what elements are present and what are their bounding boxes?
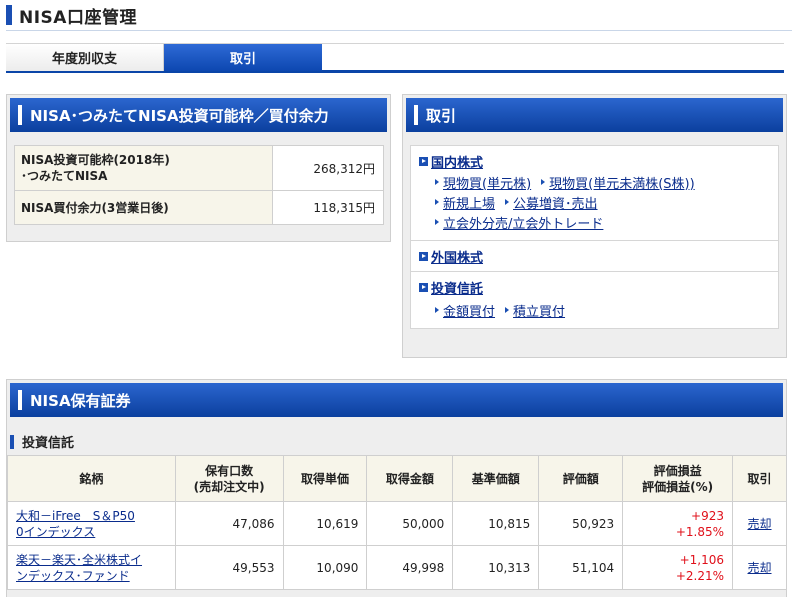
- quota-panel-title: NISA･つみたてNISA投資可能枠／買付余力: [30, 106, 329, 125]
- arrow-box-icon: [419, 156, 428, 166]
- pl-amount: +1,106: [679, 552, 725, 567]
- quota-label-line: NISA買付余力(3営業日後): [21, 200, 169, 215]
- fund-name-link[interactable]: 大和－iFree S＆P50 0インデックス: [16, 509, 135, 539]
- header-accent-bar: [18, 105, 22, 125]
- arrow-box-icon: [419, 251, 428, 261]
- tab-annual-summary[interactable]: 年度別収支: [6, 44, 164, 71]
- triangle-right-icon: [435, 199, 439, 205]
- foreign-stocks-section: 外国株式: [411, 241, 778, 271]
- funds-link[interactable]: 投資信託: [431, 278, 483, 297]
- table-row: NISA買付余力(3営業日後) 118,315円: [14, 190, 384, 225]
- page-title-text: NISA口座管理: [19, 7, 137, 28]
- quota-label-line: ･つみたてNISA: [21, 169, 108, 183]
- quota-label-investable: NISA投資可能枠(2018年) ･つみたてNISA: [14, 145, 273, 191]
- link-public-offering[interactable]: 公募増資･売出: [513, 193, 598, 212]
- cost-cell: 49,998: [366, 545, 454, 590]
- col-header-pl: 評価損益 評価損益(%): [622, 455, 734, 502]
- pl-cell: +923 +1.85%: [622, 501, 734, 546]
- col-header-line: (売却注文中): [193, 479, 265, 494]
- funds-links: 金額買付 積立買付: [411, 298, 778, 328]
- header-accent-bar: [18, 390, 22, 410]
- fund-name-link[interactable]: 楽天－楽天･全米株式イ ンデックス･ファンド: [16, 553, 142, 583]
- table-header-row: 銘柄 保有口数 (売却注文中) 取得単価 取得金額 基準価額 評価額 評価損益 …: [7, 455, 787, 502]
- tab-trade[interactable]: 取引: [164, 44, 322, 71]
- quota-value-investable: 268,312円: [272, 145, 384, 191]
- table-row: 大和－iFree S＆P50 0インデックス 47,086 10,619 50,0…: [7, 501, 787, 546]
- triangle-right-icon: [541, 179, 546, 185]
- pl-cell: +1,106 +2.21%: [622, 545, 734, 590]
- triangle-right-icon: [435, 219, 439, 225]
- col-header-name: 銘柄: [7, 455, 176, 502]
- title-divider: [6, 30, 792, 31]
- col-header-nav: 基準価額: [452, 455, 540, 502]
- trade-panel-header: 取引: [406, 98, 783, 132]
- fund-name-cell: 楽天－楽天･全米株式イ ンデックス･ファンド: [7, 545, 176, 590]
- sell-link[interactable]: 売却: [748, 517, 772, 531]
- triangle-right-icon: [435, 307, 439, 313]
- funds-subheading-text: 投資信託: [22, 436, 75, 451]
- nav-cell: 10,815: [452, 501, 540, 546]
- quota-label-buying-power: NISA買付余力(3営業日後): [14, 190, 273, 225]
- link-ipo[interactable]: 新規上場: [443, 193, 495, 212]
- col-header-line: 評価損益: [653, 463, 702, 478]
- table-row: NISA投資可能枠(2018年) ･つみたてNISA 268,312円: [14, 145, 384, 191]
- funds-subheading: 投資信託: [10, 432, 74, 451]
- unit-cost-cell: 10,619: [282, 501, 368, 546]
- link-spot-buy-odd-lot[interactable]: 現物買(単元未満株(S株)): [549, 173, 695, 192]
- holdings-panel-header: NISA保有証券: [10, 383, 783, 417]
- col-header-unit-cost: 取得単価: [282, 455, 368, 502]
- col-header-value: 評価額: [538, 455, 624, 502]
- col-header-units: 保有口数 (売却注文中): [174, 455, 284, 502]
- quota-panel: NISA･つみたてNISA投資可能枠／買付余力 NISA投資可能枠(2018年)…: [6, 94, 391, 242]
- value-cell: 51,104: [538, 545, 624, 590]
- pl-amount: +923: [691, 508, 725, 523]
- quota-table: NISA投資可能枠(2018年) ･つみたてNISA 268,312円 NISA…: [14, 145, 384, 225]
- table-row: 楽天－楽天･全米株式イ ンデックス･ファンド 49,553 10,090 49,9…: [7, 545, 787, 590]
- link-recurring-purchase[interactable]: 積立買付: [513, 301, 565, 320]
- title-accent-bar: [6, 5, 12, 25]
- sell-link[interactable]: 売却: [748, 561, 772, 575]
- units-cell: 47,086: [174, 501, 284, 546]
- trade-panel: 取引 国内株式 現物買(単元株) 現物買(単元未満株(S株)) 新規上場 公募増…: [402, 94, 787, 358]
- cost-cell: 50,000: [366, 501, 454, 546]
- subheading-accent-bar: [10, 434, 14, 449]
- pl-percent: +1.85%: [675, 524, 725, 539]
- nav-cell: 10,313: [452, 545, 540, 590]
- col-header-action: 取引: [732, 455, 787, 502]
- pl-percent: +2.21%: [675, 568, 725, 583]
- value-cell: 50,923: [538, 501, 624, 546]
- trade-panel-title: 取引: [426, 106, 457, 125]
- domestic-stocks-link[interactable]: 国内株式: [431, 152, 483, 171]
- col-header-line: 保有口数: [205, 463, 254, 478]
- page-title: NISA口座管理: [6, 3, 137, 28]
- col-header-line: 評価損益(%): [642, 479, 714, 494]
- holdings-panel-title: NISA保有証券: [30, 391, 131, 410]
- quota-label-line: NISA投資可能枠(2018年): [21, 153, 170, 167]
- header-accent-bar: [414, 105, 418, 125]
- units-cell: 49,553: [174, 545, 284, 590]
- foreign-stocks-link[interactable]: 外国株式: [431, 247, 483, 266]
- triangle-right-icon: [505, 307, 510, 313]
- col-header-cost: 取得金額: [366, 455, 454, 502]
- domestic-links: 現物買(単元株) 現物買(単元未満株(S株)) 新規上場 公募増資･売出 立会外…: [411, 172, 778, 240]
- arrow-box-icon: [419, 282, 428, 292]
- domestic-stocks-section: 国内株式: [411, 150, 778, 172]
- action-cell: 売却: [732, 545, 787, 590]
- triangle-right-icon: [505, 199, 510, 205]
- fund-name-cell: 大和－iFree S＆P50 0インデックス: [7, 501, 176, 546]
- quota-panel-header: NISA･つみたてNISA投資可能枠／買付余力: [10, 98, 387, 132]
- funds-section: 投資信託: [411, 276, 778, 298]
- link-amount-purchase[interactable]: 金額買付: [443, 301, 495, 320]
- unit-cost-cell: 10,090: [282, 545, 368, 590]
- holdings-table: 銘柄 保有口数 (売却注文中) 取得単価 取得金額 基準価額 評価額 評価損益 …: [7, 455, 787, 590]
- triangle-right-icon: [435, 179, 439, 185]
- link-off-floor-trade[interactable]: 立会外分売/立会外トレード: [443, 213, 603, 232]
- quota-value-buying-power: 118,315円: [272, 190, 384, 225]
- link-spot-buy-unit[interactable]: 現物買(単元株): [443, 173, 531, 192]
- action-cell: 売却: [732, 501, 787, 546]
- tab-bar: 年度別収支 取引: [6, 43, 784, 73]
- trade-menu: 国内株式 現物買(単元株) 現物買(単元未満株(S株)) 新規上場 公募増資･売…: [410, 145, 779, 329]
